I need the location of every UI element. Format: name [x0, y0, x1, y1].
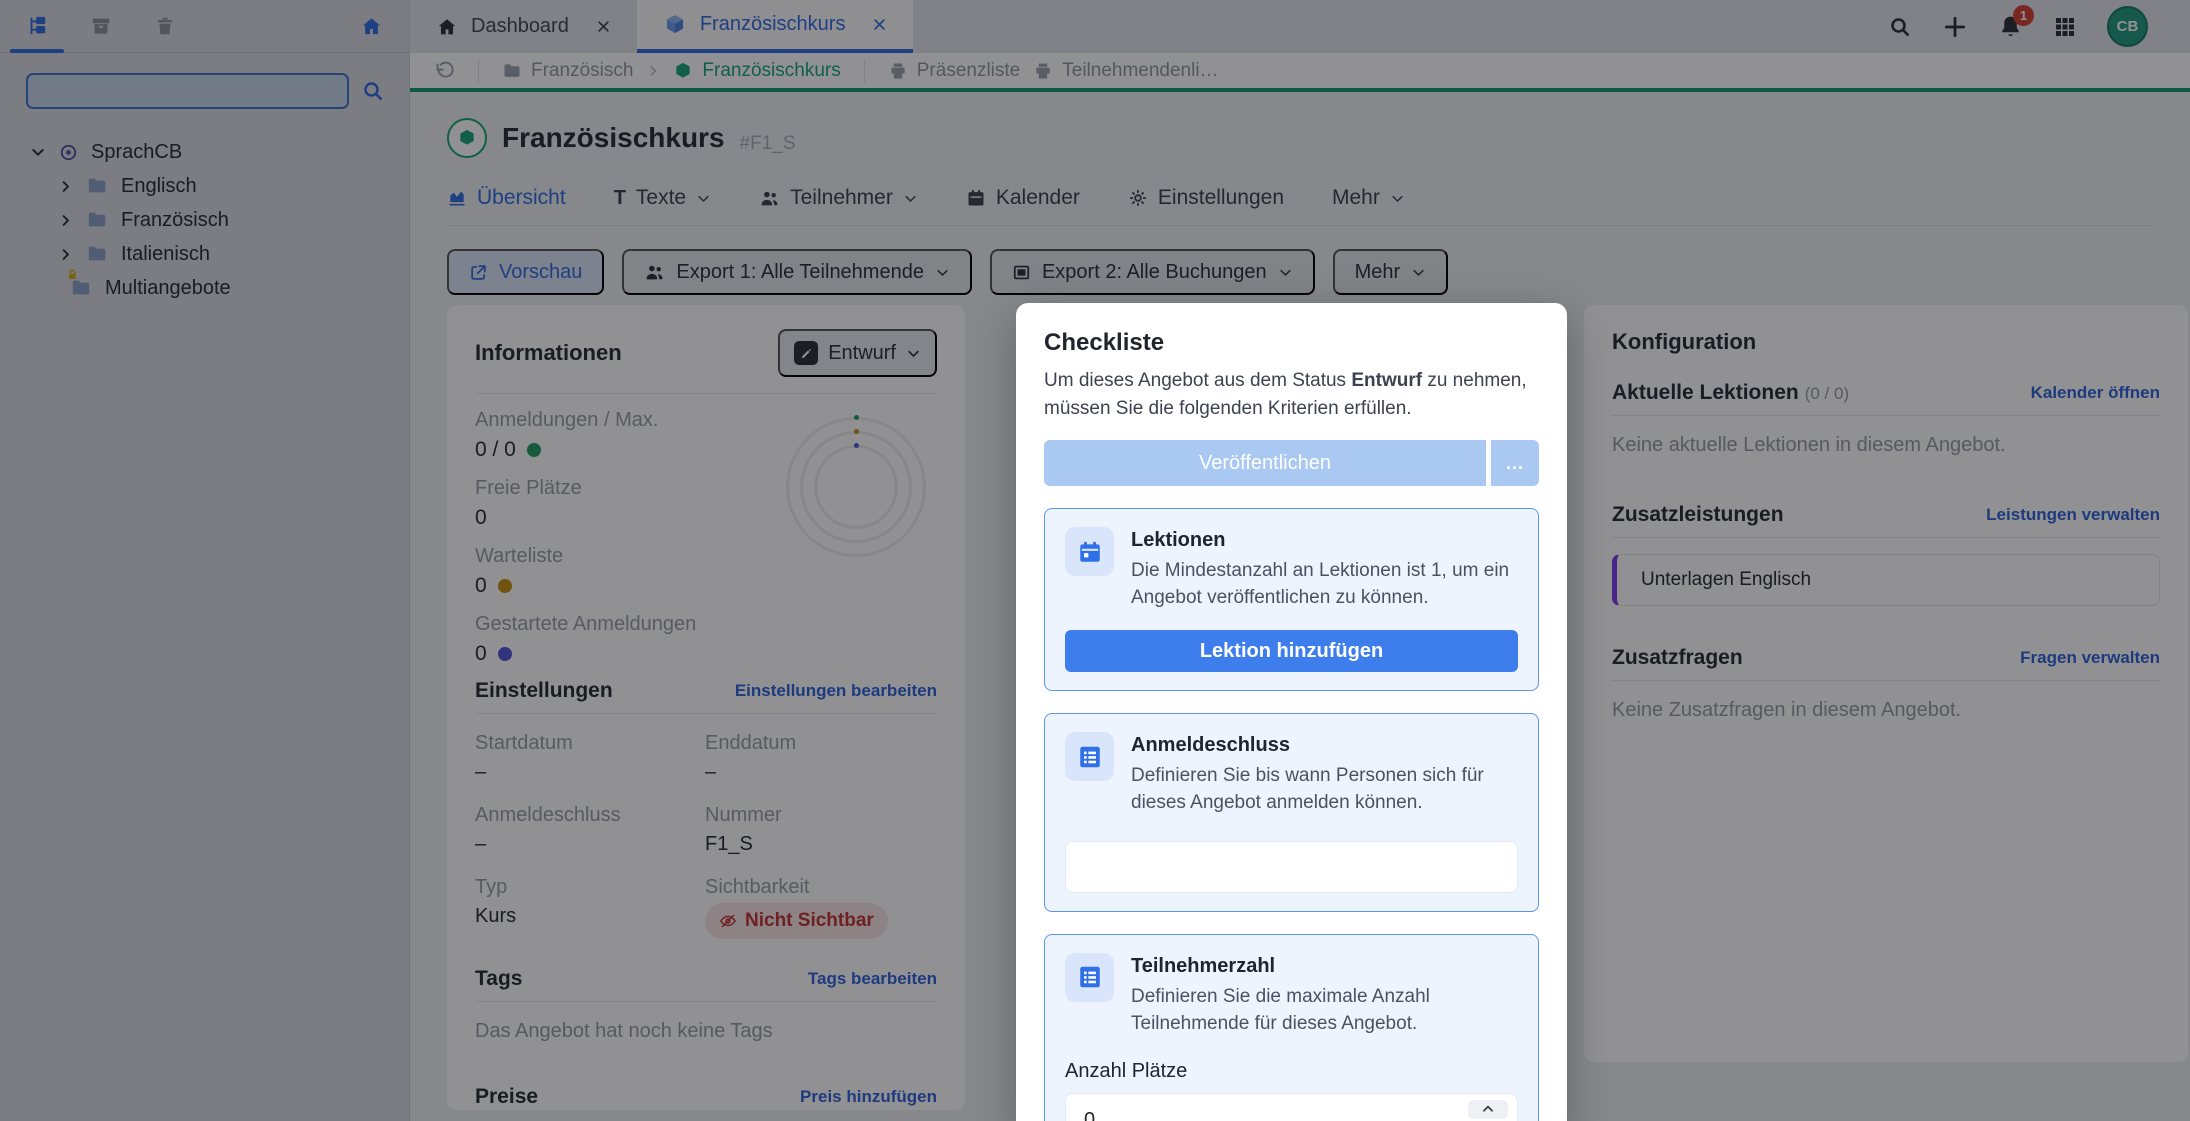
- anzahl-plaetze-input[interactable]: [1065, 1093, 1518, 1121]
- list-icon: [1065, 953, 1114, 1002]
- criterion-description: Definieren Sie bis wann Personen sich fü…: [1131, 763, 1518, 817]
- criterion-title: Teilnehmerzahl: [1131, 953, 1518, 978]
- anzahl-plaetze-label: Anzahl Plätze: [1065, 1060, 1518, 1083]
- criterion-anmeldeschluss: Anmeldeschluss Definieren Sie bis wann P…: [1044, 713, 1539, 912]
- criterion-description: Definieren Sie die maximale Anzahl Teiln…: [1131, 984, 1518, 1038]
- veroeffentlichen-button[interactable]: Veröffentlichen: [1044, 440, 1486, 486]
- list-icon: [1065, 732, 1114, 781]
- checkliste-modal: Checkliste Um dieses Angebot aus dem Sta…: [1016, 303, 1567, 1121]
- criterion-description: Die Mindestanzahl an Lektionen ist 1, um…: [1131, 558, 1518, 612]
- lektion-hinzufuegen-button[interactable]: Lektion hinzufügen: [1065, 630, 1518, 672]
- status-emphasis: Entwurf: [1351, 370, 1422, 391]
- criterion-title: Anmeldeschluss: [1131, 732, 1518, 757]
- modal-intro: Um dieses Angebot aus dem Status Entwurf…: [1044, 367, 1539, 422]
- calendar-icon: [1065, 527, 1114, 576]
- publish-more-button[interactable]: ...: [1491, 440, 1539, 486]
- criterion-title: Lektionen: [1131, 527, 1518, 552]
- stepper-up-button[interactable]: [1468, 1100, 1508, 1119]
- criterion-lektionen: Lektionen Die Mindestanzahl an Lektionen…: [1044, 508, 1539, 691]
- modal-title: Checkliste: [1044, 329, 1539, 357]
- anmeldeschluss-input[interactable]: [1065, 841, 1518, 893]
- criterion-teilnehmerzahl: Teilnehmerzahl Definieren Sie die maxima…: [1044, 934, 1539, 1121]
